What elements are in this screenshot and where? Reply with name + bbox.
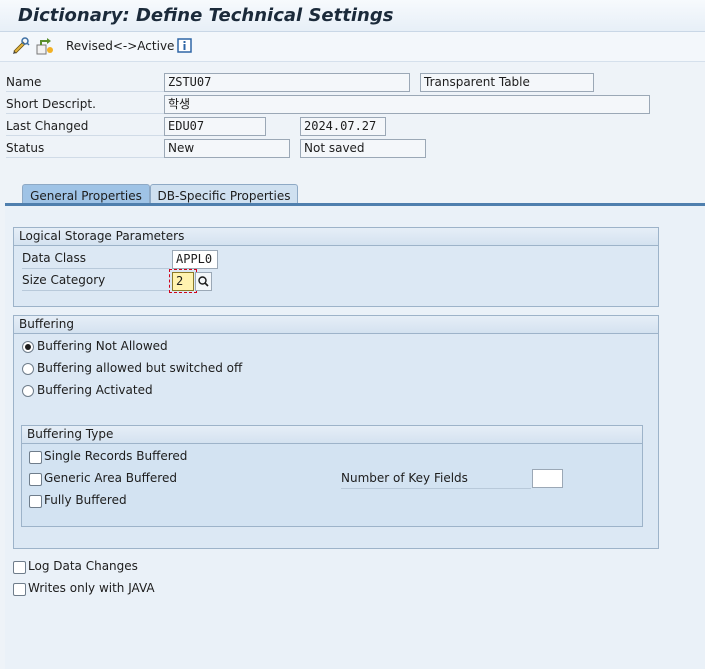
data-class-field[interactable]: APPL0: [172, 250, 218, 269]
fully-buffered-checkbox[interactable]: [29, 495, 42, 508]
buffering-switched-off-label: Buffering allowed but switched off: [37, 361, 243, 375]
generic-area-checkbox[interactable]: [29, 473, 42, 486]
name-field[interactable]: ZSTU07: [164, 73, 410, 92]
object-type-field: Transparent Table: [420, 73, 594, 92]
single-records-checkbox[interactable]: [29, 451, 42, 464]
name-label: Name: [6, 72, 164, 92]
buffering-not-allowed-label: Buffering Not Allowed: [37, 339, 168, 353]
last-changed-label: Last Changed: [6, 116, 164, 136]
buffering-not-allowed-radio[interactable]: [22, 341, 34, 353]
key-fields-field[interactable]: [532, 469, 563, 488]
buffering-activated-label: Buffering Activated: [37, 383, 153, 397]
revised-active-button[interactable]: Revised<->Active: [66, 39, 174, 53]
last-changed-date-field: 2024.07.27: [300, 117, 386, 136]
short-description-label: Short Descript.: [6, 94, 164, 114]
status-label: Status: [6, 138, 164, 158]
size-category-label: Size Category: [22, 271, 170, 291]
writes-only-java-checkbox[interactable]: [13, 583, 26, 596]
logical-storage-header: Logical Storage Parameters: [14, 228, 658, 246]
page-title: Dictionary: Define Technical Settings: [18, 5, 394, 26]
info-icon[interactable]: [175, 36, 195, 56]
buffering-switched-off-radio[interactable]: [22, 363, 34, 375]
short-description-field[interactable]: 학생: [164, 95, 650, 114]
generic-area-label: Generic Area Buffered: [44, 471, 177, 485]
last-changed-user-field: EDU07: [164, 117, 266, 136]
data-class-label: Data Class: [22, 249, 170, 269]
writes-only-java-label: Writes only with JAVA: [28, 581, 155, 595]
key-fields-label: Number of Key Fields: [341, 469, 531, 489]
size-category-field[interactable]: 2: [172, 272, 194, 291]
fully-buffered-label: Fully Buffered: [44, 493, 127, 507]
save-state-field: Not saved: [300, 139, 426, 158]
buffering-activated-radio[interactable]: [22, 385, 34, 397]
value-help-icon[interactable]: [195, 272, 212, 291]
buffering-type-header: Buffering Type: [22, 426, 642, 444]
single-records-label: Single Records Buffered: [44, 449, 188, 463]
status-field: New: [164, 139, 290, 158]
log-data-changes-checkbox[interactable]: [13, 561, 26, 574]
display-change-icon[interactable]: [11, 36, 31, 56]
activate-icon[interactable]: [35, 36, 55, 56]
log-data-changes-label: Log Data Changes: [28, 559, 138, 573]
buffering-header: Buffering: [14, 316, 658, 334]
